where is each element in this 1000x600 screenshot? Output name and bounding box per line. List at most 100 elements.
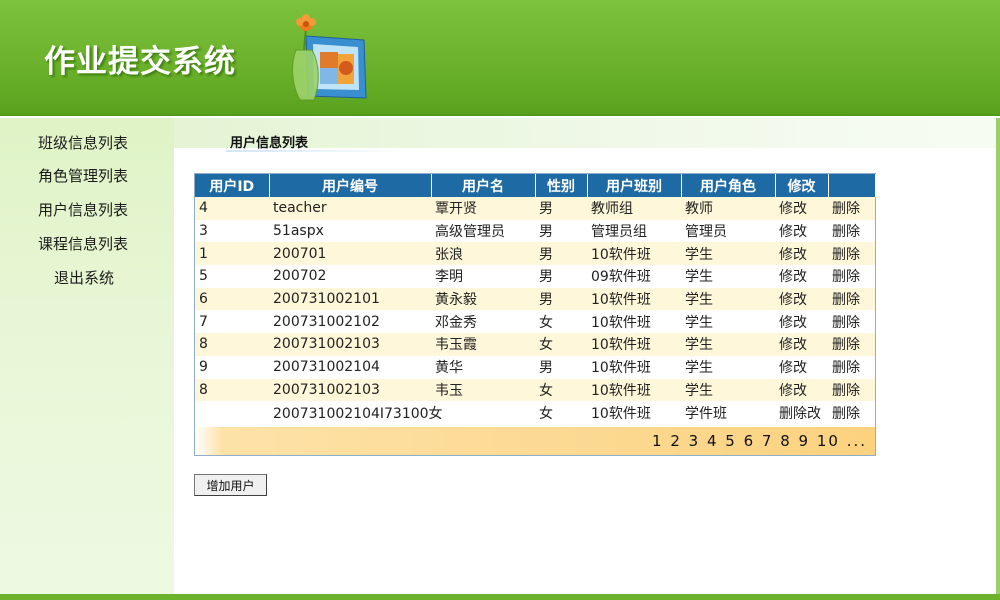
cell-gender: 女 — [535, 333, 587, 356]
sidebar-item-class-list[interactable]: 班级信息列表 — [38, 132, 128, 153]
cell-role: 学生 — [681, 287, 775, 311]
cell-class: 10软件班 — [587, 401, 681, 424]
cell-class: 09软件班 — [587, 265, 681, 288]
cell-user-code: 200731002101 — [269, 287, 431, 311]
cell-user-id: 9 — [195, 355, 269, 379]
sidebar-item-user-list[interactable]: 用户信息列表 — [38, 199, 128, 220]
cell-gender: 女 — [535, 378, 587, 402]
right-edge — [996, 118, 1000, 594]
table-header-row: 用户ID 用户编号 用户名 性别 用户班别 用户角色 修改 — [195, 174, 876, 197]
vase-photo-frame-icon — [292, 14, 367, 101]
cell-class: 教师组 — [587, 197, 681, 220]
cell-user-id: 8 — [195, 378, 269, 402]
cell-user-id — [195, 401, 269, 424]
cell-user-id: 6 — [195, 287, 269, 311]
edit-link[interactable]: 修改 — [775, 242, 828, 266]
edit-link[interactable]: 修改 — [775, 219, 828, 243]
col-header-user-code: 用户编号 — [269, 174, 432, 197]
col-header-user-id: 用户ID — [195, 174, 270, 197]
table-row: 4 teacher 覃开贤男教师组 教师 修改 删除 — [195, 197, 875, 220]
sidebar-item-course-list[interactable]: 课程信息列表 — [38, 233, 128, 254]
delete-link[interactable]: 删除 — [828, 242, 875, 266]
app-title: 作业提交系统 — [44, 44, 236, 80]
cell-class: 10软件班 — [587, 310, 681, 334]
add-user-button[interactable]: 增加用户 — [194, 474, 267, 496]
edit-link[interactable]: 删除改 — [775, 401, 828, 424]
col-header-delete — [828, 174, 876, 197]
cell-user-id: 7 — [195, 310, 269, 334]
table-row: 1 200701 张浪男 10软件班 学生 修改 删除 — [195, 242, 875, 266]
edit-link[interactable]: 修改 — [775, 197, 828, 220]
title-underline — [226, 150, 406, 152]
sidebar-item-role-list[interactable]: 角色管理列表 — [38, 165, 128, 186]
app-header: 作业提交系统 — [0, 0, 1000, 116]
cell-user-code: 200702 — [269, 265, 431, 288]
cell-username: 张浪 — [431, 242, 535, 266]
table-row: 7 200731002102 邓金秀女 10软件班 学生 修改 删除 — [195, 310, 875, 334]
edit-link[interactable]: 修改 — [775, 378, 828, 402]
delete-link[interactable]: 删除 — [828, 287, 875, 311]
cell-class: 10软件班 — [587, 378, 681, 402]
cell-class: 10软件班 — [587, 242, 681, 266]
cell-user-code: 200731002102 — [269, 310, 431, 334]
cell-role: 管理员 — [681, 219, 775, 243]
edit-link[interactable]: 修改 — [775, 265, 828, 288]
cell-username: 韦玉霞 — [431, 333, 535, 356]
cell-gender: 女 — [535, 310, 587, 334]
table-row: 8 200731002103 韦玉霞女 10软件班 学生 修改 删除 — [195, 333, 875, 356]
edit-link[interactable]: 修改 — [775, 355, 828, 379]
sidebar — [0, 118, 174, 594]
col-header-gender: 性别 — [535, 174, 588, 197]
edit-link[interactable]: 修改 — [775, 287, 828, 311]
cell-gender: 男 — [535, 355, 587, 379]
col-header-role: 用户角色 — [681, 174, 776, 197]
cell-gender: 男 — [535, 219, 587, 243]
user-table-panel: 用户ID 用户编号 用户名 性别 用户班别 用户角色 修改 4 teacher 覃开… — [194, 173, 876, 456]
delete-link[interactable]: 删除 — [828, 378, 875, 402]
cell-username: 覃开贤 — [431, 197, 535, 220]
cell-class: 管理员组 — [587, 219, 681, 243]
cell-username: 黄永毅 — [431, 287, 535, 311]
table-row: 9 200731002104 黄华男 10软件班 学生 修改 删除 — [195, 355, 875, 379]
footer-bar — [0, 594, 1000, 600]
edit-link[interactable]: 修改 — [775, 333, 828, 356]
table-row: 8 200731002103 韦玉女 10软件班 学生 修改 删除 — [195, 378, 875, 402]
table-row: 6 200731002101 黄永毅男 10软件班 学生 修改 删除 — [195, 287, 875, 311]
pager-row: 1 2 3 4 5 6 7 8 9 10 ... — [195, 427, 875, 455]
cell-user-id: 8 — [195, 333, 269, 356]
cell-class: 10软件班 — [587, 287, 681, 311]
cell-user-code: 200731002103 — [269, 333, 431, 356]
cell-gender: 女 — [535, 401, 587, 424]
cell-username: 李明 — [431, 265, 535, 288]
table-row: 200731002104I73100女 女 10软件班 学件班 删除改 删除 — [195, 401, 875, 424]
pagination-links[interactable]: 1 2 3 4 5 6 7 8 9 10 ... — [652, 432, 867, 450]
delete-link[interactable]: 删除 — [828, 310, 875, 334]
delete-link[interactable]: 删除 — [828, 355, 875, 379]
cell-gender: 男 — [535, 287, 587, 311]
table-row: 3 51aspx 高级管理员男管理员组 管理员 修改 删除 — [195, 219, 875, 243]
cell-user-code: teacher — [269, 197, 431, 220]
cell-role: 学件班 — [681, 401, 775, 424]
delete-link[interactable]: 删除 — [828, 265, 875, 288]
cell-username: 邓金秀 — [431, 310, 535, 334]
edit-link[interactable]: 修改 — [775, 310, 828, 334]
cell-username — [431, 401, 535, 424]
delete-link[interactable]: 删除 — [828, 401, 875, 424]
cell-username: 高级管理员 — [431, 219, 535, 243]
page-title: 用户信息列表 — [230, 136, 309, 151]
sidebar-item-logout[interactable]: 退出系统 — [54, 267, 114, 288]
cell-role: 学生 — [681, 333, 775, 356]
cell-user-id: 1 — [195, 242, 269, 266]
cell-username: 黄华 — [431, 355, 535, 379]
cell-user-code: 200731002103 — [269, 378, 431, 402]
cell-user-code: 51aspx — [269, 219, 431, 243]
delete-link[interactable]: 删除 — [828, 197, 875, 220]
cell-role: 教师 — [681, 197, 775, 220]
cell-user-code: 200731002104I73100女 — [269, 401, 443, 424]
delete-link[interactable]: 删除 — [828, 219, 875, 243]
cell-class: 10软件班 — [587, 333, 681, 356]
delete-link[interactable]: 删除 — [828, 333, 875, 356]
table-row: 5 200702 李明男 09软件班 学生 修改 删除 — [195, 265, 875, 288]
col-header-username: 用户名 — [431, 174, 536, 197]
cell-role: 学生 — [681, 378, 775, 402]
